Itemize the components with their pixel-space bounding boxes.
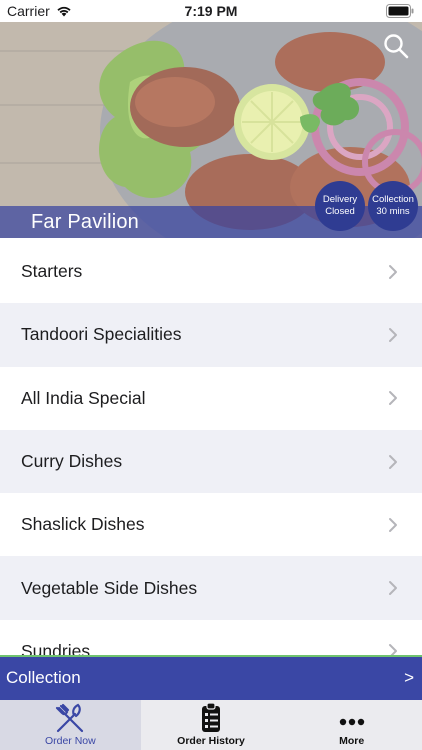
tab-label: Order History	[177, 735, 245, 747]
menu-item-all-india-special[interactable]: All India Special	[0, 366, 422, 430]
chevron-right-icon	[389, 581, 397, 596]
delivery-badge-status: Closed	[325, 206, 355, 217]
status-time: 7:19 PM	[184, 3, 238, 19]
delivery-badge-title: Delivery	[322, 194, 358, 205]
tab-label: Order Now	[44, 735, 96, 747]
menu-category-list: Starters Tandoori Specialities All India…	[0, 240, 422, 656]
chevron-right-icon	[389, 517, 397, 532]
menu-item-starters[interactable]: Starters	[0, 240, 422, 304]
fork-knife-icon	[56, 703, 84, 733]
collection-badge-time: 30 mins	[376, 206, 410, 217]
menu-item-curry-dishes[interactable]: Curry Dishes	[0, 429, 422, 494]
restaurant-name: Far Pavilion	[31, 211, 139, 233]
collection-mode-label: Collection	[6, 668, 81, 687]
menu-item-label: Sundries	[21, 640, 91, 656]
restaurant-hero-banner: Far Pavilion Delivery Closed Collection …	[0, 22, 422, 238]
search-icon[interactable]	[382, 32, 410, 60]
menu-item-label: All India Special	[21, 387, 146, 408]
tab-more[interactable]: More	[281, 700, 422, 750]
chevron-right-icon	[389, 454, 397, 469]
menu-item-label: Curry Dishes	[21, 451, 123, 472]
menu-item-label: Tandoori Specialities	[21, 324, 182, 345]
tab-label: More	[339, 735, 365, 747]
menu-item-sundries[interactable]: Sundries	[0, 619, 422, 656]
menu-item-vegetable-side-dishes[interactable]: Vegetable Side Dishes	[0, 556, 422, 620]
collection-status-badge: Collection 30 mins	[368, 181, 418, 231]
collection-badge-title: Collection	[372, 194, 414, 205]
battery-icon	[386, 4, 414, 18]
bottom-tab-bar: Order Now Order History More	[0, 700, 422, 750]
tab-order-history[interactable]: Order History	[141, 700, 282, 750]
delivery-status-badge: Delivery Closed	[315, 181, 365, 231]
menu-item-label: Vegetable Side Dishes	[21, 577, 198, 598]
chevron-right-icon	[389, 327, 397, 342]
chevron-right-icon	[389, 264, 397, 279]
status-bar: Carrier 7:19 PM	[0, 0, 422, 22]
clipboard-list-icon	[202, 702, 220, 732]
menu-item-shaslick-dishes[interactable]: Shaslick Dishes	[0, 493, 422, 557]
menu-item-label: Starters	[21, 261, 83, 282]
menu-item-label: Shaslick Dishes	[21, 514, 145, 535]
collection-arrow: >	[404, 668, 414, 687]
tab-order-now[interactable]: Order Now	[0, 700, 141, 750]
more-dots-icon	[339, 718, 364, 726]
chevron-right-icon	[389, 391, 397, 406]
menu-item-tandoori-specialities[interactable]: Tandoori Specialities	[0, 303, 422, 367]
collection-mode-bar[interactable]: Collection >	[0, 655, 422, 700]
